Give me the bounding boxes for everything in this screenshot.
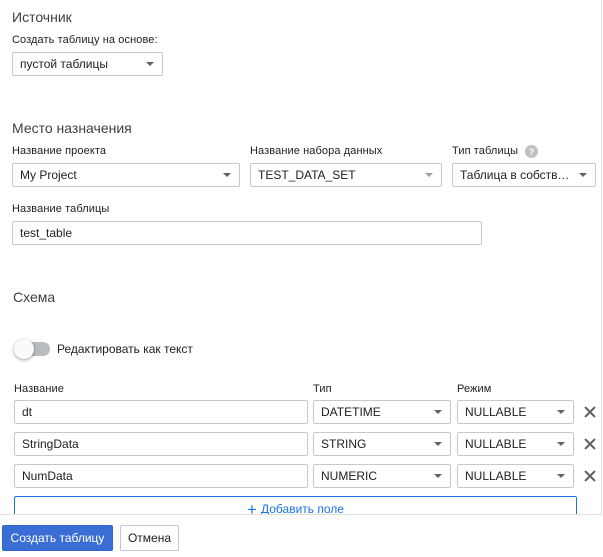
chevron-down-icon — [434, 442, 442, 446]
help-icon[interactable]: ? — [525, 145, 538, 158]
project-label: Название проекта — [12, 145, 107, 157]
table-type-select[interactable]: Таблица в собстве... — [452, 163, 596, 187]
field-mode-select[interactable]: NULLABLE — [457, 400, 574, 424]
table-type-value: Таблица в собстве... — [460, 168, 573, 182]
field-mode-value: NULLABLE — [465, 469, 527, 483]
field-name-value: dt — [22, 405, 33, 419]
cancel-button[interactable]: Отмена — [120, 525, 179, 551]
edit-as-text-toggle[interactable] — [14, 338, 50, 360]
col-mode-header: Режим — [457, 383, 492, 395]
field-name-value: StringData — [22, 437, 79, 451]
project-select[interactable]: My Project — [12, 163, 240, 187]
field-mode-select[interactable]: NULLABLE — [457, 432, 574, 456]
chevron-down-icon — [425, 173, 433, 177]
create-based-on-label: Создать таблицу на основе: — [12, 34, 158, 46]
field-mode-value: NULLABLE — [465, 437, 527, 451]
create-based-on-value: пустой таблицы — [20, 57, 109, 71]
table-name-value: test_table — [20, 226, 73, 240]
field-name-input[interactable]: NumData — [14, 464, 308, 488]
field-type-value: NUMERIC — [321, 469, 377, 483]
field-mode-value: NULLABLE — [465, 405, 527, 419]
source-section-title: Источник — [12, 9, 72, 25]
delete-field-button[interactable] — [581, 403, 599, 421]
dataset-value: TEST_DATA_SET — [258, 168, 356, 182]
schema-section-title: Схема — [13, 289, 56, 305]
chevron-down-icon — [557, 410, 565, 414]
table-name-input[interactable]: test_table — [12, 221, 482, 245]
chevron-down-icon — [557, 474, 565, 478]
chevron-down-icon — [579, 173, 587, 177]
project-value: My Project — [20, 168, 77, 182]
field-type-value: DATETIME — [321, 405, 381, 419]
dataset-select[interactable]: TEST_DATA_SET — [250, 163, 442, 187]
chevron-down-icon — [146, 62, 154, 66]
toggle-knob — [14, 339, 34, 359]
delete-field-button[interactable] — [581, 435, 599, 453]
dataset-label: Название набора данных — [250, 145, 383, 157]
destination-section-title: Место назначения — [12, 120, 132, 136]
chevron-down-icon — [223, 173, 231, 177]
close-icon — [584, 438, 596, 450]
close-icon — [584, 406, 596, 418]
field-type-select[interactable]: STRING — [313, 432, 451, 456]
chevron-down-icon — [434, 474, 442, 478]
field-type-select[interactable]: DATETIME — [313, 400, 451, 424]
table-type-label: Тип таблицы — [452, 145, 519, 157]
field-name-value: NumData — [22, 469, 73, 483]
create-table-button[interactable]: Создать таблицу — [2, 525, 113, 551]
create-based-on-select[interactable]: пустой таблицы — [12, 52, 163, 76]
field-name-input[interactable]: dt — [14, 400, 308, 424]
field-type-select[interactable]: NUMERIC — [313, 464, 451, 488]
field-mode-select[interactable]: NULLABLE — [457, 464, 574, 488]
col-name-header: Название — [14, 383, 64, 395]
edit-as-text-label: Редактировать как текст — [57, 342, 193, 356]
col-type-header: Тип — [313, 383, 332, 395]
close-icon — [584, 470, 596, 482]
table-name-label: Название таблицы — [12, 203, 110, 215]
chevron-down-icon — [557, 442, 565, 446]
field-name-input[interactable]: StringData — [14, 432, 308, 456]
field-type-value: STRING — [321, 437, 367, 451]
delete-field-button[interactable] — [581, 467, 599, 485]
chevron-down-icon — [434, 410, 442, 414]
